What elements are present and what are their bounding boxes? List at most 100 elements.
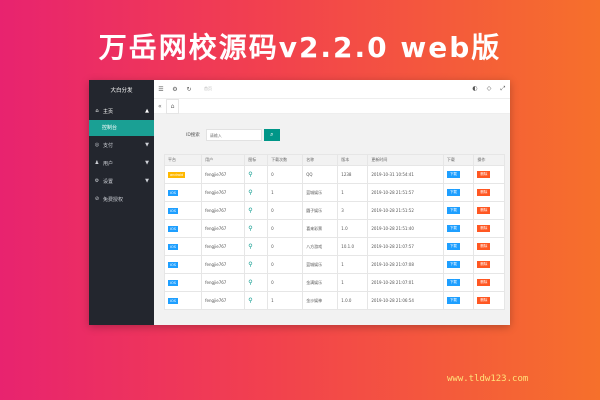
user-cell: fengjie767 bbox=[201, 237, 246, 256]
chevron-icon: ▲ bbox=[145, 108, 149, 114]
tab-bar: « ⌂ bbox=[154, 98, 510, 114]
updated-cell: 2019-10-28 21:07:08 bbox=[367, 255, 444, 274]
settings-icon[interactable]: ⚙ bbox=[168, 86, 182, 93]
delete-button[interactable]: 删除 bbox=[477, 261, 491, 268]
download-cell: 下载 bbox=[442, 273, 475, 292]
column-header: 用户 bbox=[201, 154, 246, 166]
license-icon: ⊘ bbox=[94, 196, 100, 202]
chevron-icon: ▼ bbox=[145, 142, 149, 148]
sidebar-item-label: 主页 bbox=[103, 108, 114, 115]
chevron-icon: ▼ bbox=[145, 178, 149, 184]
app-icon: ⚲ bbox=[248, 296, 253, 304]
tab-back-icon[interactable]: « bbox=[154, 103, 166, 110]
table-row: iOS fengjie767 ⚲ 0 金满娱乐 1 2019-10-28 21:07:01 下… bbox=[163, 273, 505, 292]
sidebar-title: 大白分发 bbox=[110, 88, 133, 94]
top-toolbar: ☰ ⚙ ↻ 首页 ◐ ◇ ⤢ bbox=[154, 80, 510, 99]
menu-icon[interactable]: ☰ bbox=[154, 86, 168, 93]
download-button[interactable]: 下载 bbox=[446, 243, 460, 250]
tag-icon[interactable]: ◇ bbox=[482, 85, 496, 93]
sidebar-item-payment[interactable]: ◎ 支付 ▼ bbox=[89, 136, 154, 154]
download-button[interactable]: 下载 bbox=[446, 171, 460, 178]
download-button[interactable]: 下载 bbox=[446, 279, 460, 286]
updated-cell: 2019-10-28 21:51:40 bbox=[367, 219, 444, 238]
tab-home-icon[interactable]: ⌂ bbox=[165, 98, 180, 114]
column-header: 平台 bbox=[163, 154, 203, 166]
icon-cell: ⚲ bbox=[244, 237, 269, 256]
watermark: www.tldw123.com bbox=[447, 374, 529, 384]
downloads-cell: 0 bbox=[267, 165, 304, 184]
version-cell: 1 bbox=[337, 183, 369, 202]
sidebar-item-console[interactable]: 控制台 bbox=[89, 120, 154, 136]
platform-badge: iOS bbox=[168, 207, 178, 214]
version-cell: 1.0.0 bbox=[337, 291, 369, 310]
search-icon: ⌕ bbox=[270, 131, 274, 138]
download-cell: 下载 bbox=[442, 291, 475, 310]
user-cell: fengjie767 bbox=[201, 219, 246, 238]
platform-cell: iOS bbox=[163, 201, 203, 220]
theme-icon[interactable]: ◐ bbox=[468, 85, 482, 93]
action-cell: 删除 bbox=[473, 219, 505, 238]
sidebar-item-license[interactable]: ⊘ 免费授权 bbox=[89, 190, 154, 208]
name-cell: 圆子娱乐 bbox=[302, 201, 339, 220]
user-cell: fengjie767 bbox=[201, 183, 246, 202]
user-cell: fengjie767 bbox=[201, 165, 246, 184]
action-cell: 删除 bbox=[473, 273, 505, 292]
name-cell: QQ bbox=[302, 165, 339, 184]
version-cell: 10.1.0 bbox=[337, 237, 369, 256]
sidebar-item-home[interactable]: ⌂ 主页 ▲ bbox=[89, 102, 154, 120]
search-input[interactable] bbox=[205, 129, 262, 141]
sidebar-item-label: 设置 bbox=[103, 178, 114, 185]
search-label: ID搜索 bbox=[186, 133, 200, 138]
refresh-icon[interactable]: ↻ bbox=[182, 86, 196, 93]
column-header: 名称 bbox=[302, 154, 339, 166]
sidebar-item-settings[interactable]: ⚙ 设置 ▼ bbox=[89, 172, 154, 190]
download-cell: 下载 bbox=[442, 201, 475, 220]
download-cell: 下载 bbox=[442, 255, 475, 274]
search-button[interactable]: ⌕ bbox=[263, 129, 280, 141]
icon-cell: ⚲ bbox=[244, 273, 269, 292]
download-button[interactable]: 下载 bbox=[446, 225, 460, 232]
platform-badge: iOS bbox=[168, 243, 178, 250]
download-button[interactable]: 下载 bbox=[446, 189, 460, 196]
delete-button[interactable]: 删除 bbox=[477, 297, 491, 304]
download-button[interactable]: 下载 bbox=[446, 261, 460, 268]
platform-cell: android bbox=[163, 165, 203, 184]
platform-cell: iOS bbox=[163, 291, 203, 310]
sidebar: 大白分发 ⌂ 主页 ▲ 控制台 ◎ 支付 ▼ ♟ 用户 ▼ ⚙ 设置 ▼ ⊘ 免费授权 bbox=[89, 80, 154, 325]
platform-badge: iOS bbox=[168, 225, 178, 232]
delete-button[interactable]: 删除 bbox=[477, 279, 491, 286]
app-icon: ⚲ bbox=[248, 188, 253, 196]
user-cell: fengjie767 bbox=[201, 201, 246, 220]
fullscreen-icon[interactable]: ⤢ bbox=[496, 85, 510, 93]
download-button[interactable]: 下载 bbox=[446, 207, 460, 214]
delete-button[interactable]: 删除 bbox=[477, 207, 491, 214]
chevron-icon: ▼ bbox=[145, 160, 149, 166]
sidebar-item-label: 免费授权 bbox=[103, 196, 124, 203]
updated-cell: 2019-10-28 21:51:52 bbox=[367, 201, 444, 220]
name-cell: 蓝城娱乐 bbox=[302, 183, 339, 202]
delete-button[interactable]: 删除 bbox=[477, 189, 491, 196]
sidebar-item-user[interactable]: ♟ 用户 ▼ bbox=[89, 154, 154, 172]
download-button[interactable]: 下载 bbox=[446, 297, 460, 304]
app-window: 大白分发 ⌂ 主页 ▲ 控制台 ◎ 支付 ▼ ♟ 用户 ▼ ⚙ 设置 ▼ ⊘ 免费授权 ☰ ⚙ ↻ 首页 ◐… bbox=[89, 80, 510, 325]
delete-button[interactable]: 删除 bbox=[477, 171, 491, 178]
column-header: 更新时间 bbox=[367, 154, 444, 166]
action-cell: 删除 bbox=[473, 165, 505, 184]
app-icon: ⚲ bbox=[248, 242, 253, 250]
table-row: iOS fengjie767 ⚲ 0 圆子娱乐 3 2019-10-28 21:51:52 下… bbox=[163, 201, 505, 220]
action-cell: 删除 bbox=[473, 291, 505, 310]
column-header: 下载 bbox=[442, 154, 475, 166]
user-cell: fengjie767 bbox=[201, 291, 246, 310]
platform-badge: iOS bbox=[168, 297, 178, 304]
payment-icon: ◎ bbox=[94, 142, 100, 148]
delete-button[interactable]: 删除 bbox=[477, 243, 491, 250]
downloads-cell: 0 bbox=[267, 237, 304, 256]
user-icon: ♟ bbox=[94, 160, 100, 166]
downloads-cell: 0 bbox=[267, 219, 304, 238]
delete-button[interactable]: 删除 bbox=[477, 225, 491, 232]
icon-cell: ⚲ bbox=[244, 291, 269, 310]
version-cell: 1238 bbox=[337, 165, 369, 184]
version-cell: 1.0 bbox=[337, 219, 369, 238]
topbar-link[interactable]: 首页 bbox=[204, 86, 212, 92]
name-cell: 喜来彩票 bbox=[302, 219, 339, 238]
